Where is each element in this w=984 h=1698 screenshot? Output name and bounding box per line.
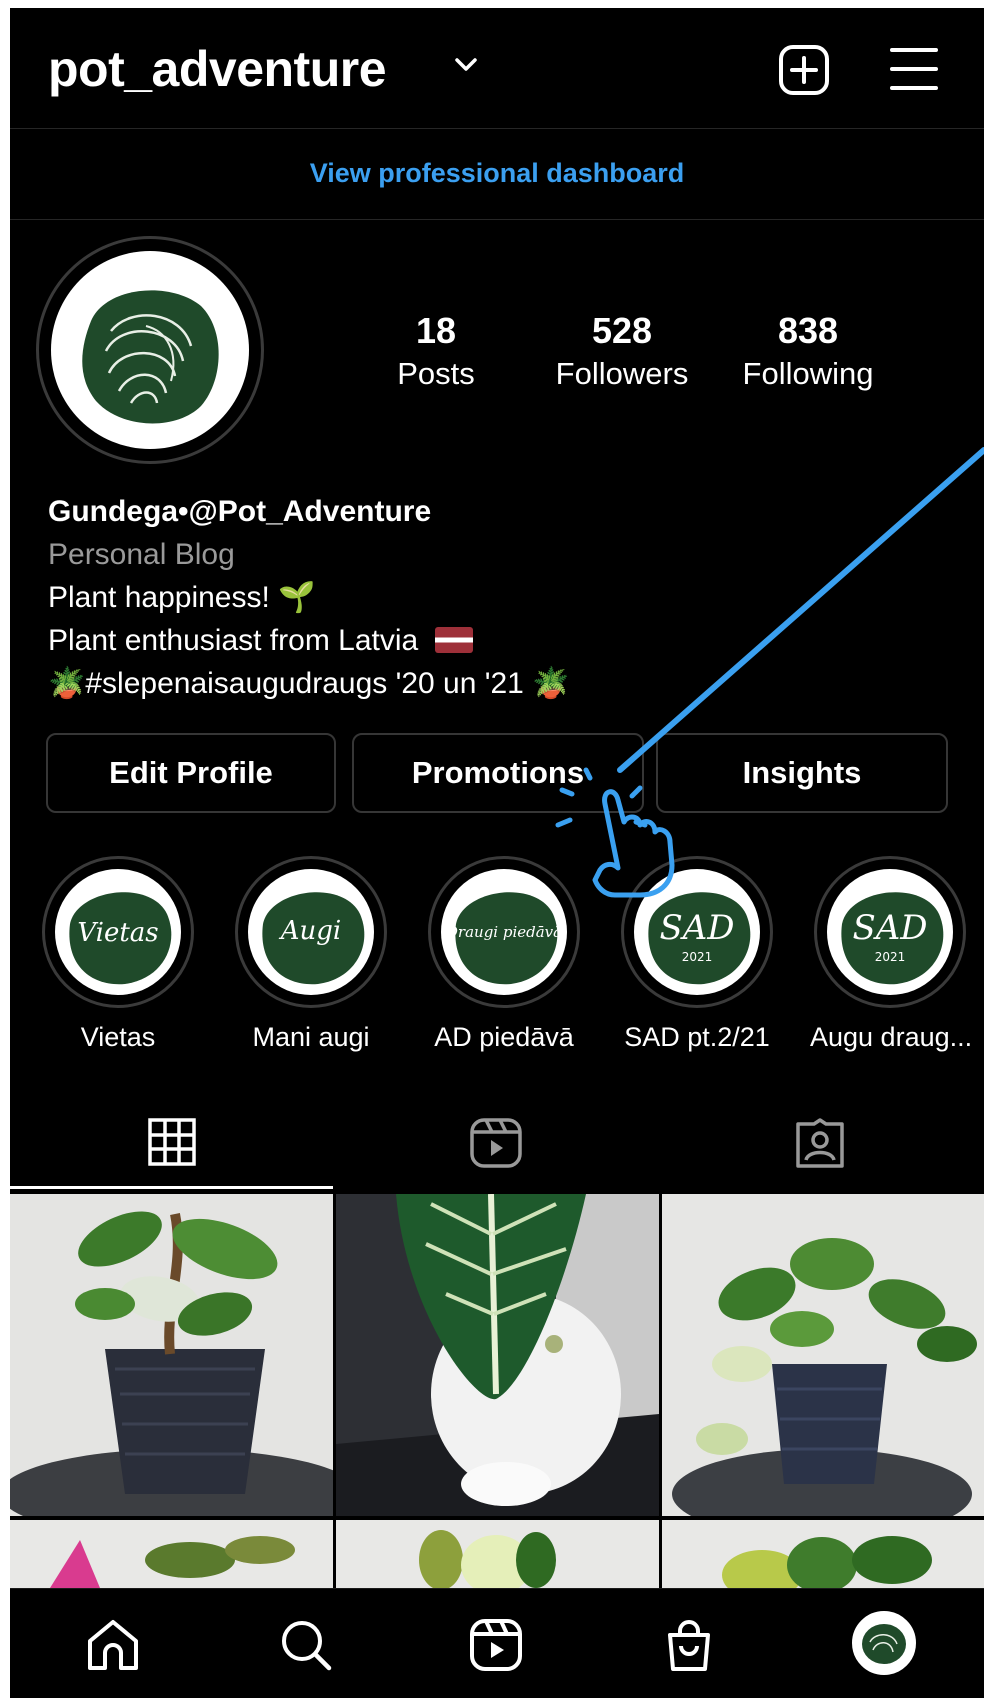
profile-category: Personal Blog xyxy=(48,538,235,571)
highlight-cover: SAD 2021 xyxy=(814,856,966,1008)
promotions-button[interactable]: Promotions xyxy=(352,733,644,813)
post-thumbnail[interactable] xyxy=(336,1520,659,1588)
search-icon[interactable] xyxy=(280,1619,332,1671)
followers-label: Followers xyxy=(555,356,689,391)
highlight-label: Augu draug... xyxy=(810,1022,973,1052)
profile-avatar[interactable] xyxy=(852,1611,916,1675)
following-label: Following xyxy=(742,356,874,391)
active-tab-indicator xyxy=(10,1186,333,1189)
posts-count: 18 xyxy=(415,310,457,351)
post-thumbnail[interactable] xyxy=(662,1520,984,1588)
highlight-label: SAD pt.2/21 xyxy=(624,1022,770,1052)
tagged-icon[interactable] xyxy=(794,1118,846,1168)
highlight-cover-art: SAD 2021 xyxy=(648,892,751,985)
highlight-cover-art: SAD 2021 xyxy=(841,892,944,985)
bio-line-2-text: Plant enthusiast from Latvia xyxy=(48,624,419,657)
profile-bio: Gundega•@Pot_Adventure Personal Blog Pla… xyxy=(48,490,948,705)
highlight-augu-draugi[interactable]: SAD 2021 Augu draug... xyxy=(810,856,973,1053)
reels-icon[interactable] xyxy=(470,1118,522,1168)
highlight-label: Vietas xyxy=(80,1022,156,1052)
highlight-cover-art: Draugi piedāvā xyxy=(445,892,562,985)
grid-icon[interactable] xyxy=(148,1118,196,1166)
svg-text:SAD: SAD xyxy=(852,908,927,948)
chevron-down-icon[interactable] xyxy=(455,58,477,72)
svg-text:Vietas: Vietas xyxy=(77,918,158,948)
post-thumbnail[interactable] xyxy=(10,1520,333,1588)
highlight-sad-pt2[interactable]: SAD 2021 SAD pt.2/21 xyxy=(617,856,777,1053)
svg-text:Draugi piedāvā: Draugi piedāvā xyxy=(445,923,562,941)
dashboard-divider xyxy=(10,219,984,220)
username-switcher[interactable]: pot_adventure xyxy=(48,40,387,98)
shop-icon[interactable] xyxy=(664,1619,714,1673)
fingerprint-leaf-logo xyxy=(51,251,249,449)
app-screen: pot_adventure View professional dashboar… xyxy=(10,8,984,1698)
hamburger-menu-icon[interactable] xyxy=(890,46,938,92)
latvia-flag-icon xyxy=(434,627,473,653)
bio-line-3: 🪴#slepenaisaugudraugs '20 un '21 🪴 xyxy=(48,667,570,700)
bio-line-2: Plant enthusiast from Latvia xyxy=(48,619,948,662)
following-stat[interactable]: 838 Following xyxy=(718,310,898,392)
svg-text:2021: 2021 xyxy=(875,950,906,964)
highlight-cover: SAD 2021 xyxy=(621,856,773,1008)
edit-profile-button[interactable]: Edit Profile xyxy=(46,733,336,813)
post-thumbnail[interactable] xyxy=(336,1194,659,1516)
profile-avatar[interactable] xyxy=(36,236,264,464)
post-thumbnail[interactable] xyxy=(10,1194,333,1516)
highlight-vietas[interactable]: Vietas Vietas xyxy=(38,856,198,1053)
highlight-cover: Vietas xyxy=(42,856,194,1008)
highlight-label: Mani augi xyxy=(252,1022,370,1052)
highlight-cover: Draugi piedāvā xyxy=(428,856,580,1008)
posts-stat[interactable]: 18 Posts xyxy=(346,310,526,392)
header-divider xyxy=(10,128,984,129)
posts-label: Posts xyxy=(397,356,475,391)
highlight-label: AD piedāvā xyxy=(434,1022,574,1052)
svg-text:2021: 2021 xyxy=(682,950,713,964)
followers-stat[interactable]: 528 Followers xyxy=(532,310,712,392)
followers-count: 528 xyxy=(591,310,653,351)
highlight-mani-augi[interactable]: Augi Mani augi xyxy=(231,856,391,1053)
svg-text:Augi: Augi xyxy=(279,916,341,946)
plus-square-icon[interactable] xyxy=(778,44,830,96)
top-bar: pot_adventure xyxy=(10,8,984,128)
view-dashboard-link[interactable]: View professional dashboard xyxy=(10,158,984,189)
highlight-cover-art: Vietas xyxy=(69,892,172,985)
highlight-ad-piedava[interactable]: Draugi piedāvā AD piedāvā xyxy=(424,856,584,1053)
bio-line-1: Plant happiness! 🌱 xyxy=(48,581,316,614)
following-count: 838 xyxy=(777,310,839,351)
insights-button[interactable]: Insights xyxy=(656,733,948,813)
highlight-cover-art: Augi xyxy=(262,892,365,985)
post-thumbnail[interactable] xyxy=(662,1194,984,1516)
display-name: Gundega•@Pot_Adventure xyxy=(48,495,432,528)
home-icon[interactable] xyxy=(86,1619,140,1671)
svg-text:SAD: SAD xyxy=(659,908,734,948)
highlight-cover: Augi xyxy=(235,856,387,1008)
reels-icon[interactable] xyxy=(470,1619,522,1671)
bottom-navigation xyxy=(10,1588,984,1698)
